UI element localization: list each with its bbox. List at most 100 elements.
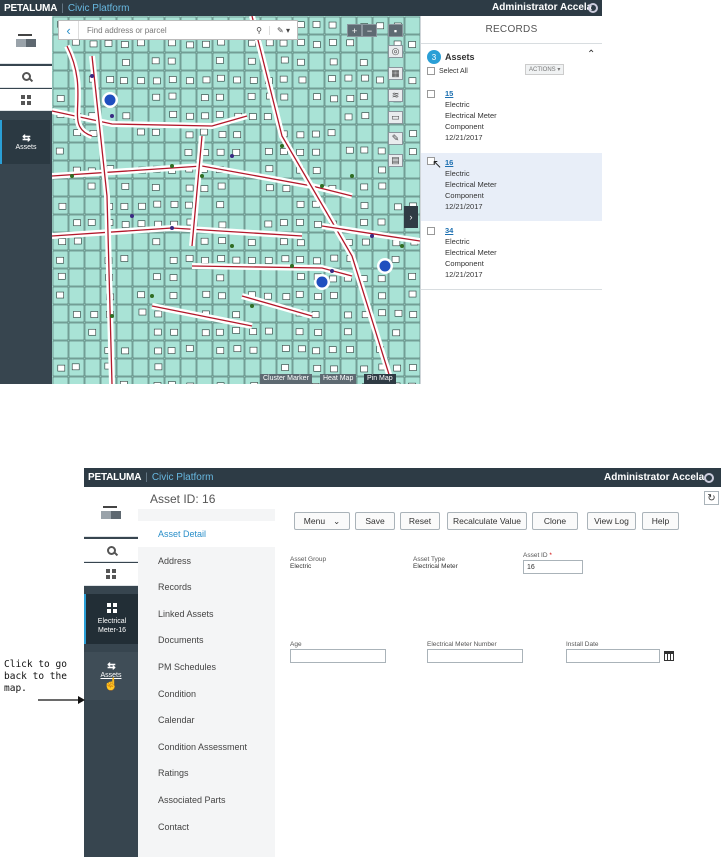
detail-menu-item[interactable]: Condition Assessment [138,734,275,760]
menu-button[interactable]: Menu ⌄ [294,512,350,530]
layers-icon[interactable]: ▦ [388,67,403,80]
chevron-down-icon: ⌄ [333,515,341,526]
asset-id-label: Asset ID * [523,552,552,559]
measure-icon[interactable]: ▭ [388,111,403,124]
nav-assets-label: Assets [15,144,37,151]
nav-assets[interactable]: ⇆ Assets ☝ [84,652,138,700]
record-date: 12/21/2017 [445,270,483,279]
draw-tool-icon[interactable]: ✎ ▾ [269,25,297,35]
save-button[interactable]: Save [355,512,395,530]
search-icon[interactable]: ⚲ [249,26,269,35]
records-group-label: Assets [445,52,475,62]
view-log-button[interactable]: View Log [587,512,636,530]
select-all-label: Select All [439,67,468,75]
records-count-badge: 3 [427,50,441,64]
address-search-input[interactable]: Find address or parcel [79,26,249,35]
map-search-bar: ‹ Find address or parcel ⚲ ✎ ▾ [58,20,298,40]
collapse-icon[interactable]: ⌃ [587,49,595,60]
select-all-row[interactable]: Select All [427,67,468,75]
map-screen: PETALUMA | Civic Platform Administrator … [0,0,602,384]
detail-menu-item[interactable]: Contact [138,814,275,840]
user-name[interactable]: Administrator Accela [492,2,592,13]
electrical-meter-number-label: Electrical Meter Number [427,641,497,648]
electrical-meter-number-input[interactable] [427,649,523,663]
select-all-checkbox[interactable] [427,67,435,75]
clone-button-label: Clone [543,516,567,526]
zoom-out-button[interactable]: − [362,24,377,37]
brand-separator: | [145,472,148,483]
nav-apps[interactable] [84,563,138,586]
record-item[interactable]: 15 Electric Electrical Meter Component 1… [421,88,602,153]
record-type: Electric [445,169,470,178]
detail-menu-item[interactable]: Condition [138,681,275,707]
detail-menu-item[interactable]: Address [138,548,275,574]
menu-button-label: Menu [303,516,326,526]
gear-icon[interactable] [704,473,714,483]
calendar-icon[interactable] [664,651,674,661]
back-arrow-icon[interactable]: ‹ [59,21,79,39]
product-label: Civic Platform [67,2,130,14]
records-title: RECORDS [421,16,602,44]
hand-cursor-icon: ☝ [103,677,119,691]
map-mode-pin[interactable]: Pin Map [364,374,396,384]
record-id-link[interactable]: 16 [445,157,497,168]
expand-panel-icon[interactable]: › [404,206,418,228]
record-item[interactable]: 34 Electric Electrical Meter Component 1… [421,225,602,290]
locate-icon[interactable]: ◎ [388,45,403,58]
detail-menu-item[interactable]: PM Schedules [138,654,275,680]
age-label: Age [290,641,302,648]
detail-menu-item[interactable]: Ratings [138,760,275,786]
print-icon[interactable]: ▤ [388,154,403,167]
detail-menu-item[interactable]: Linked Assets [138,601,275,627]
map-canvas[interactable]: Cluster Marker Heat Map Pin Map [52,16,420,384]
nav-apps[interactable] [0,89,52,111]
detail-menu-item[interactable]: Documents [138,627,275,653]
detail-menu-item[interactable]: Associated Parts [138,787,275,813]
annotation-arrow [38,696,85,704]
record-checkbox[interactable] [427,90,435,98]
age-input[interactable] [290,649,386,663]
app-logo-tile[interactable] [84,487,138,537]
record-checkbox[interactable] [427,227,435,235]
clone-button[interactable]: Clone [532,512,578,530]
user-name[interactable]: Administrator Accela [604,472,704,483]
gear-icon[interactable] [588,3,598,13]
record-id-link[interactable]: 34 [445,225,497,236]
records-group-header: 3 Assets [427,50,475,64]
detail-menu-item[interactable]: Asset Detail [138,521,275,547]
map-mode-cluster[interactable]: Cluster Marker [260,374,312,384]
detail-menu-item[interactable]: Records [138,574,275,600]
reset-button[interactable]: Reset [400,512,440,530]
record-item[interactable]: 16 Electric Electrical Meter Component 1… [421,153,602,221]
record-type: Electric [445,100,470,109]
record-category: Component [445,259,484,268]
page-title: Asset ID: 16 [150,492,216,506]
actions-button[interactable]: ACTIONS ▾ [525,64,565,75]
zoom-in-button[interactable]: + [347,24,362,37]
edit-icon[interactable]: ✎ [388,132,403,145]
save-button-label: Save [365,516,385,526]
mouse-cursor-icon: ↖ [432,157,443,171]
map-mode-heat[interactable]: Heat Map [320,374,357,384]
actions-label: ACTIONS [529,67,556,73]
install-date-input[interactable] [566,649,660,663]
detail-menu-item[interactable]: Calendar [138,707,275,733]
app-logo-tile[interactable] [0,16,52,64]
nav-search[interactable] [0,66,52,88]
nav-assets[interactable]: ⇆ Assets [0,120,50,164]
refresh-icon[interactable]: ↻ [704,491,719,505]
recalculate-value-button[interactable]: Recalculate Value [447,512,527,530]
help-button[interactable]: Help [642,512,679,530]
nav-search[interactable] [84,539,138,562]
nav-electrical-meter[interactable]: Electrical Meter-16 [84,594,138,644]
asset-id-input[interactable]: 16 [523,560,583,574]
top-bar: PETALUMA | Civic Platform Administrator … [84,468,721,487]
help-button-label: Help [651,516,670,526]
record-id-link[interactable]: 15 [445,88,497,99]
record-type: Electric [445,237,470,246]
basemap-icon[interactable]: ≋ [388,89,403,102]
fullscreen-button[interactable]: ▪ [388,24,403,37]
record-subtype: Electrical Meter [445,111,497,120]
annotation-text: Click to go back to the map. [4,659,67,694]
record-category: Component [445,122,484,131]
